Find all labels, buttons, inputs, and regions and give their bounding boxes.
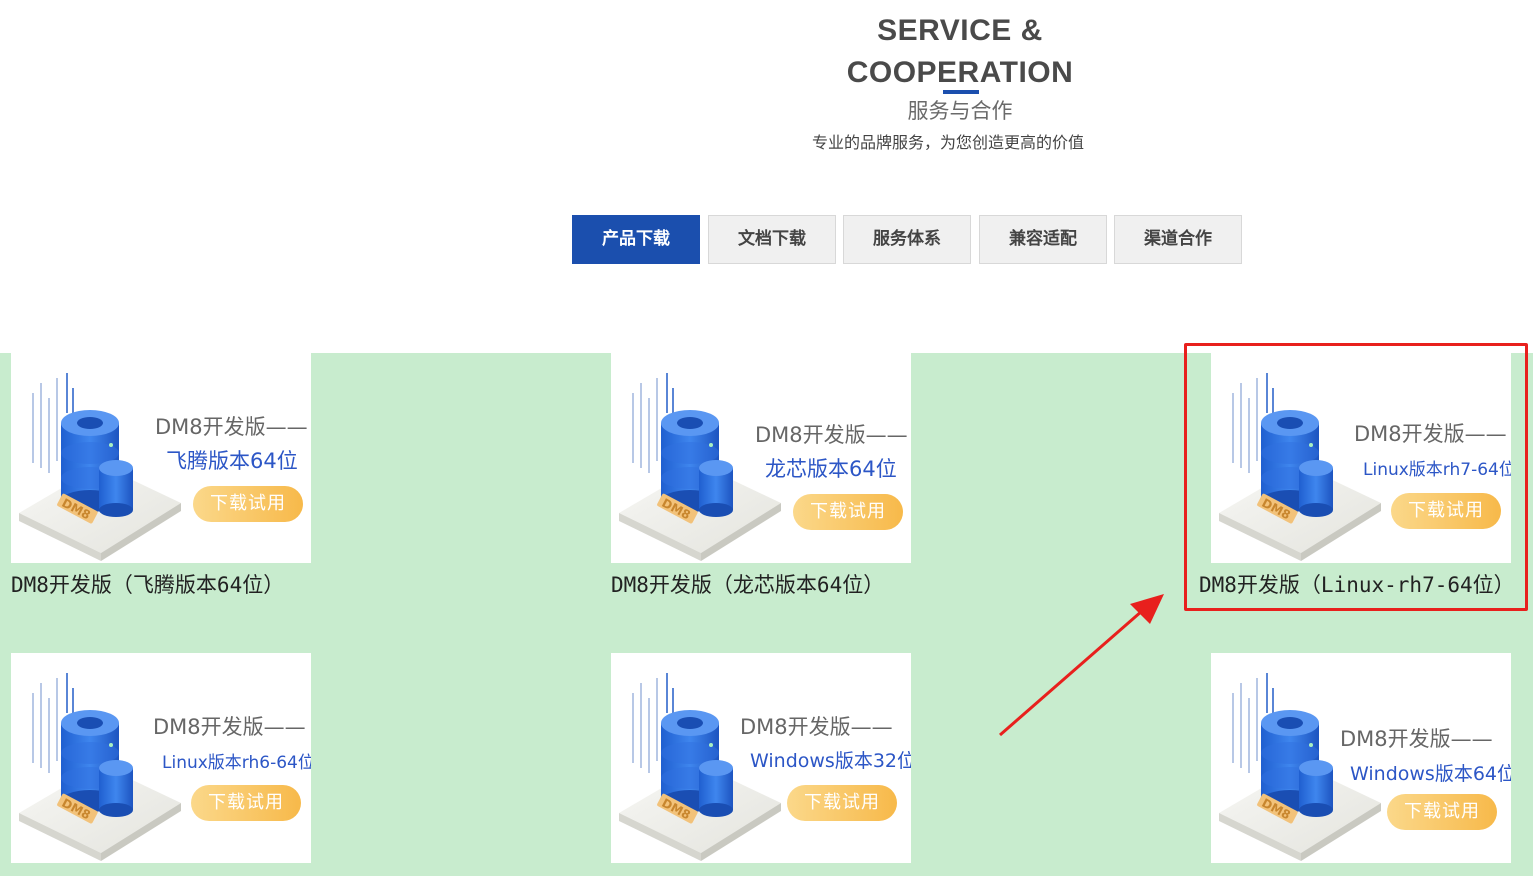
- download-trial-button[interactable]: 下载试用: [193, 486, 303, 522]
- product-edition-label: DM8开发版——: [153, 715, 306, 739]
- download-trial-button[interactable]: 下载试用: [1387, 794, 1497, 830]
- section-title-cn: 服务与合作: [907, 99, 1013, 123]
- section-title-en-line2: COOPERATION: [846, 56, 1074, 89]
- product-image[interactable]: DM8 DM8开发版—— 龙芯版本64位 下载试用: [611, 353, 911, 563]
- download-trial-button[interactable]: 下载试用: [1391, 493, 1501, 529]
- tab-compatibility[interactable]: 兼容适配: [979, 215, 1107, 264]
- product-edition-label: DM8开发版——: [155, 415, 308, 439]
- product-image[interactable]: DM8 DM8开发版—— Linux版本rh7-64位 下载试用: [1211, 353, 1511, 563]
- product-edition-label: DM8开发版——: [1340, 727, 1493, 751]
- tab-service-system[interactable]: 服务体系: [843, 215, 971, 264]
- title-underline: [943, 90, 979, 94]
- section-title-en-line1: SERVICE &: [877, 14, 1043, 47]
- tab-document-download[interactable]: 文档下载: [708, 215, 836, 264]
- tab-product-download[interactable]: 产品下载: [572, 215, 700, 264]
- product-edition-label: DM8开发版——: [1354, 422, 1507, 446]
- product-title[interactable]: DM8开发版（Linux-rh7-64位）: [1199, 569, 1529, 601]
- page: SERVICE & COOPERATION 服务与合作 专业的品牌服务，为您创造…: [0, 0, 1533, 876]
- product-variant-label: Linux版本rh7-64位: [1363, 460, 1511, 480]
- tab-channel-cooperation[interactable]: 渠道合作: [1114, 215, 1242, 264]
- product-variant-label: 龙芯版本64位: [765, 457, 897, 481]
- download-trial-button[interactable]: 下载试用: [793, 494, 903, 530]
- download-trial-button[interactable]: 下载试用: [191, 785, 301, 821]
- product-variant-label: 飞腾版本64位: [166, 449, 298, 473]
- product-edition-label: DM8开发版——: [755, 423, 908, 447]
- product-image[interactable]: DM8 DM8开发版—— Linux版本rh6-64位 下载试用: [11, 653, 311, 863]
- product-edition-label: DM8开发版——: [740, 715, 893, 739]
- download-trial-button[interactable]: 下载试用: [787, 785, 897, 821]
- section-title-en: SERVICE & COOPERATION: [760, 10, 1160, 94]
- section-subtitle: 专业的品牌服务，为您创造更高的价值: [811, 133, 1084, 152]
- product-variant-label: Windows版本64位: [1350, 763, 1511, 785]
- product-variant-label: Linux版本rh6-64位: [162, 753, 311, 773]
- product-variant-label: Windows版本32位: [750, 750, 911, 772]
- product-image[interactable]: DM8 DM8开发版—— Windows版本64位 下载试用: [1211, 653, 1511, 863]
- product-image[interactable]: DM8 DM8开发版—— 飞腾版本64位 下载试用: [11, 353, 311, 563]
- product-title[interactable]: DM8开发版（龙芯版本64位）: [611, 569, 941, 601]
- product-title[interactable]: DM8开发版（飞腾版本64位）: [11, 569, 341, 601]
- database-server-icon: DM8: [1211, 653, 1411, 863]
- product-image[interactable]: DM8 DM8开发版—— Windows版本32位 下载试用: [611, 653, 911, 863]
